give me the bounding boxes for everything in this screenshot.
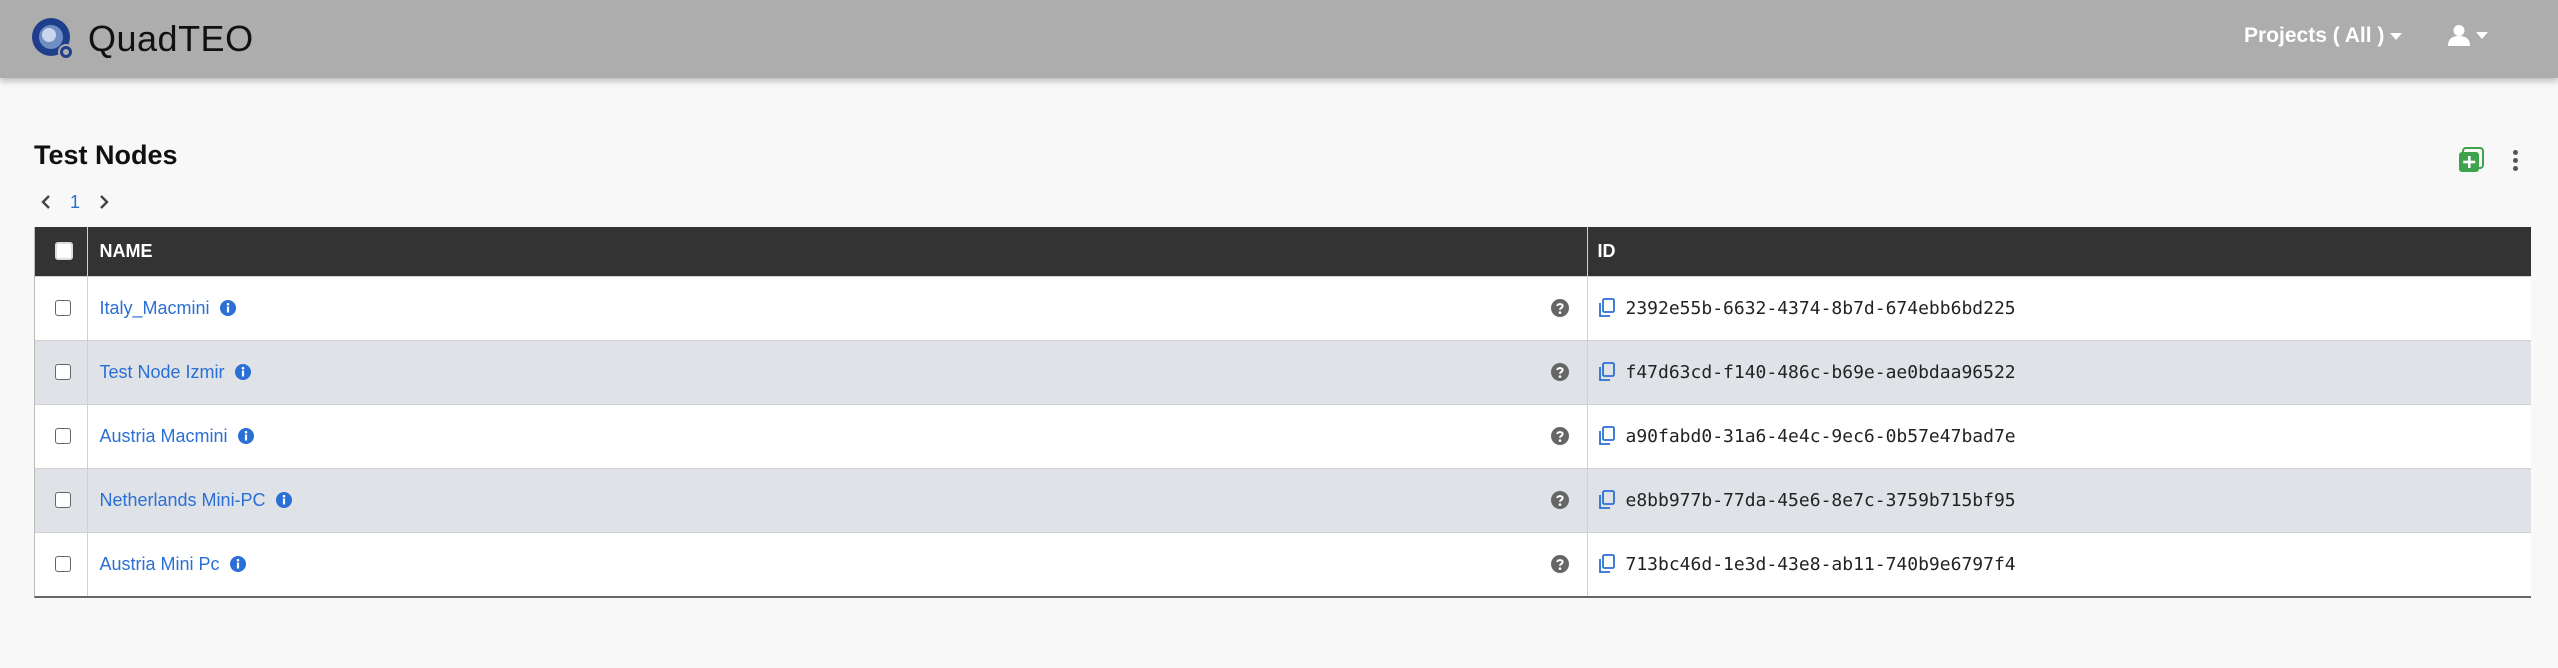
row-checkbox[interactable] (55, 492, 71, 508)
chevron-left-icon (41, 195, 50, 209)
node-name-link[interactable]: Netherlands Mini-PC (100, 490, 266, 511)
user-menu[interactable] (2448, 24, 2488, 46)
table-row: Test Node Izmir f47d63cd-f140-486c-b69e-… (35, 339, 2531, 404)
top-navbar: QuadTEO Projects ( All ) (0, 0, 2558, 78)
projects-dropdown[interactable]: Projects ( All ) (2244, 24, 2403, 48)
kebab-menu-icon[interactable] (2508, 147, 2522, 173)
row-select-cell (35, 467, 88, 532)
name-cell: Netherlands Mini-PC (87, 467, 1588, 532)
info-circle-icon[interactable] (275, 492, 292, 508)
copy-icon[interactable] (1598, 362, 1616, 382)
question-circle-icon[interactable] (1550, 491, 1569, 509)
page-title: Test Nodes (34, 140, 178, 170)
question-circle-icon[interactable] (1550, 555, 1569, 574)
next-page-button[interactable] (92, 188, 116, 216)
table-row: Austria Macmini a90fabd0-31a6-4e4c-9ec6-… (35, 403, 2531, 468)
node-id-text: a90fabd0-31a6-4e4c-9ec6-0b57e47bad7e (1625, 425, 2016, 447)
add-square-icon[interactable] (2458, 147, 2484, 173)
row-select-cell (35, 339, 88, 404)
node-id-text: 2392e55b-6632-4374-8b7d-674ebb6bd225 (1625, 297, 2016, 319)
info-circle-icon[interactable] (229, 556, 246, 573)
node-name-link[interactable]: Test Node Izmir (100, 362, 225, 383)
quadteo-logo-icon (32, 18, 74, 60)
copy-icon[interactable] (1598, 298, 1616, 318)
id-cell: 2392e55b-6632-4374-8b7d-674ebb6bd225 (1587, 275, 2531, 340)
question-circle-icon[interactable] (1550, 363, 1569, 381)
row-checkbox[interactable] (55, 428, 71, 444)
name-cell: Test Node Izmir (87, 339, 1588, 404)
column-header-id[interactable]: ID (1587, 227, 2531, 276)
node-id-text: f47d63cd-f140-486c-b69e-ae0bdaa96522 (1625, 361, 2016, 383)
pagination: 1 (34, 188, 116, 216)
node-id-text: 713bc46d-1e3d-43e8-ab11-740b9e6797f4 (1625, 553, 2016, 575)
row-checkbox[interactable] (55, 300, 71, 316)
node-id-text: e8bb977b-77da-45e6-8e7c-3759b715bf95 (1625, 489, 2016, 511)
node-name-link[interactable]: Austria Mini Pc (100, 554, 220, 575)
user-icon (2448, 25, 2470, 46)
chevron-down-icon (2476, 31, 2488, 39)
test-nodes-table: NAME ID Italy_Macmini 2392e55b-6632-4374… (34, 227, 2531, 598)
info-circle-icon[interactable] (234, 364, 251, 380)
info-circle-icon[interactable] (219, 300, 236, 316)
column-header-name[interactable]: NAME (87, 227, 1587, 276)
row-checkbox[interactable] (55, 364, 71, 380)
node-name-link[interactable]: Italy_Macmini (100, 298, 210, 319)
table-header: NAME ID (35, 227, 2531, 276)
row-select-cell (35, 275, 88, 340)
info-circle-icon[interactable] (237, 428, 254, 444)
page-number[interactable]: 1 (70, 192, 80, 213)
table-row: Austria Mini Pc 713bc46d-1e3d-43e8-ab11-… (35, 531, 2531, 596)
table-row: Netherlands Mini-PC e8bb977b-77da-45e6-8… (35, 467, 2531, 532)
previous-page-button[interactable] (34, 188, 58, 216)
chevron-right-icon (100, 195, 109, 209)
copy-icon[interactable] (1598, 490, 1616, 510)
row-select-cell (35, 403, 88, 468)
copy-icon[interactable] (1598, 426, 1616, 446)
select-all-checkbox[interactable] (55, 242, 73, 261)
select-all-cell (35, 227, 87, 276)
name-cell: Italy_Macmini (87, 275, 1588, 340)
id-cell: a90fabd0-31a6-4e4c-9ec6-0b57e47bad7e (1587, 403, 2531, 468)
brand-name: QuadTEO (88, 18, 254, 59)
row-select-cell (35, 531, 88, 596)
table-row: Italy_Macmini 2392e55b-6632-4374-8b7d-67… (35, 275, 2531, 340)
name-cell: Austria Macmini (87, 403, 1588, 468)
id-cell: f47d63cd-f140-486c-b69e-ae0bdaa96522 (1587, 339, 2531, 404)
node-name-link[interactable]: Austria Macmini (100, 426, 228, 447)
name-cell: Austria Mini Pc (87, 531, 1588, 596)
id-cell: e8bb977b-77da-45e6-8e7c-3759b715bf95 (1587, 467, 2531, 532)
row-checkbox[interactable] (55, 556, 71, 573)
brand[interactable]: QuadTEO (30, 16, 254, 62)
copy-icon[interactable] (1598, 554, 1616, 574)
question-circle-icon[interactable] (1550, 427, 1569, 445)
question-circle-icon[interactable] (1550, 299, 1569, 317)
chevron-down-icon (2390, 32, 2403, 40)
projects-dropdown-label: Projects ( All ) (2244, 24, 2385, 47)
id-cell: 713bc46d-1e3d-43e8-ab11-740b9e6797f4 (1587, 531, 2531, 596)
